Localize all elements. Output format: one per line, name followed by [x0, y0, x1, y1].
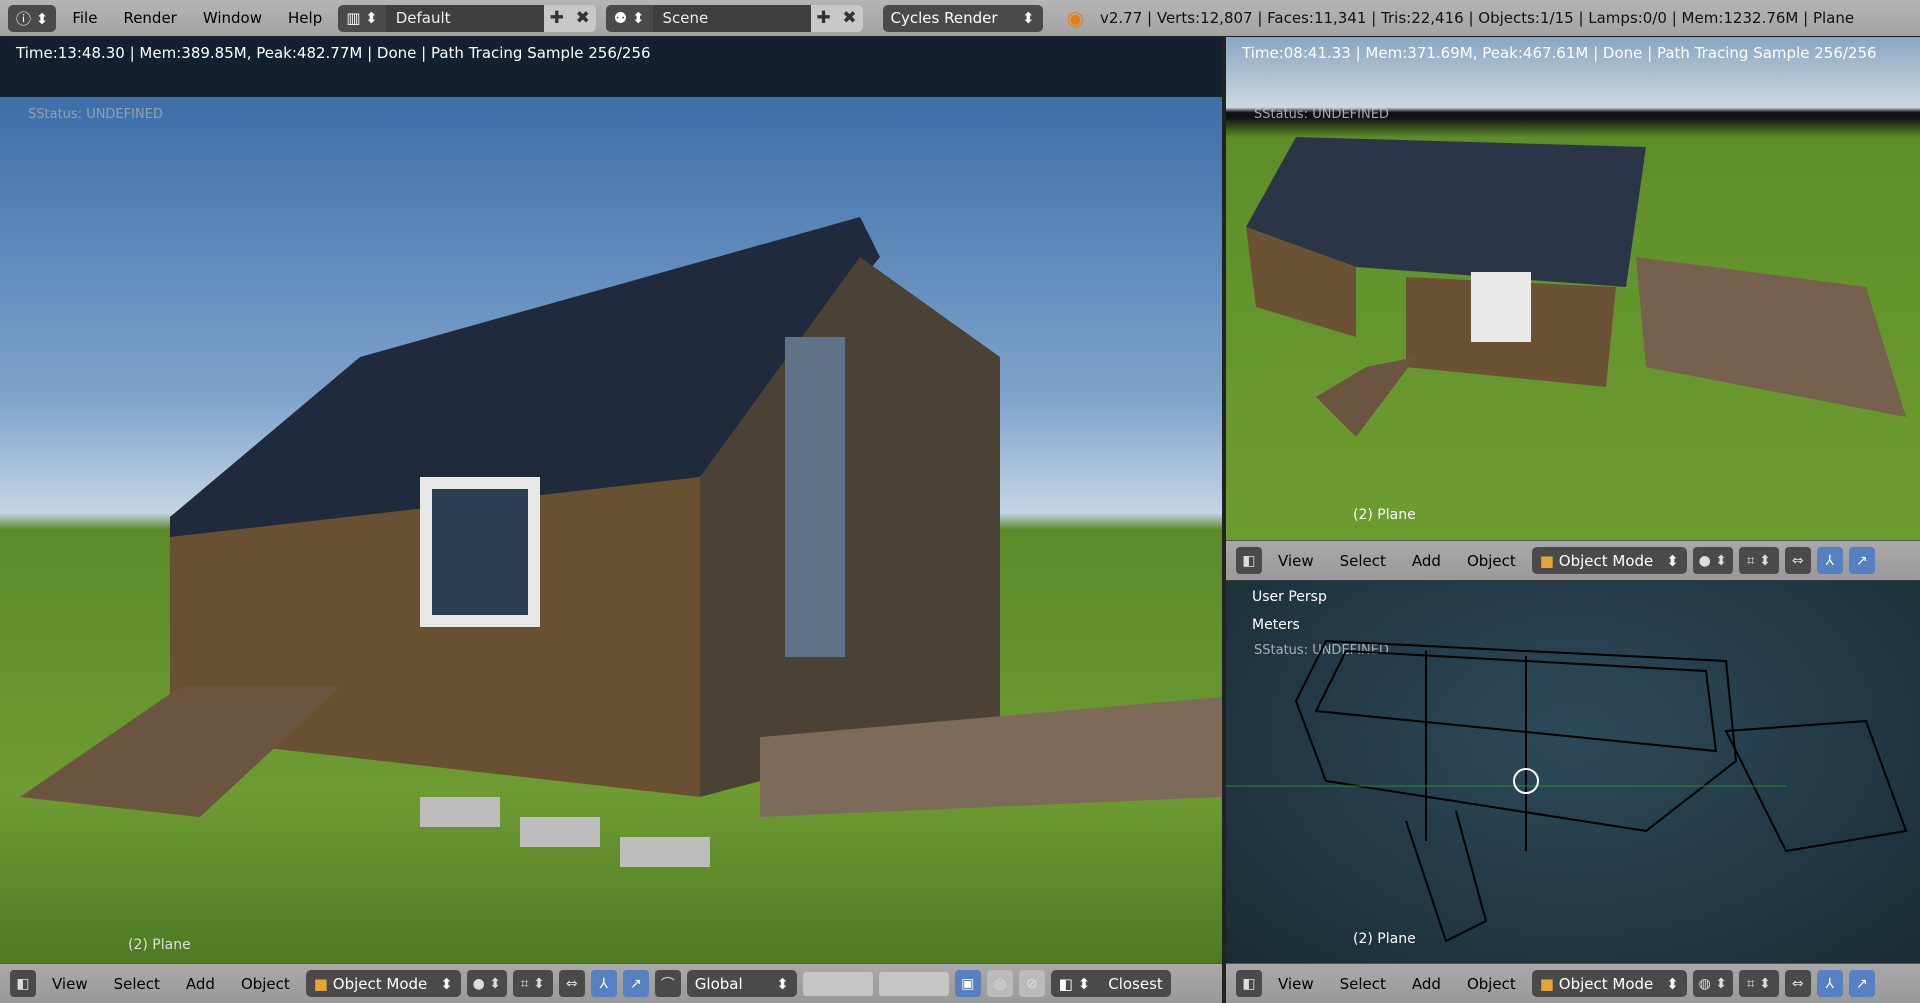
mode-dropdown[interactable]: ■ Object Mode ⬍	[305, 970, 461, 997]
shading-dropdown[interactable]: ◍ ⬍	[1692, 970, 1733, 997]
translate-manipulator-icon[interactable]: ⅄	[590, 970, 617, 997]
info-editor-type-button[interactable]: ⓘ ⬍	[8, 4, 57, 32]
menu-view[interactable]: View	[1268, 552, 1324, 570]
pivot-dropdown[interactable]: ⌗ ⬍	[1738, 970, 1779, 997]
manipulator-toggle[interactable]: ⇔	[1784, 547, 1811, 574]
orientation-label: Global	[694, 974, 743, 993]
left-render-viewport[interactable]: Time:13:48.30 | Mem:389.85M, Peak:482.77…	[0, 37, 1222, 963]
menu-add[interactable]: Add	[1402, 552, 1451, 570]
shading-dropdown[interactable]: ● ⬍	[1692, 547, 1733, 574]
render-engine-label: Cycles Render	[890, 9, 998, 27]
menu-window[interactable]: Window	[193, 9, 272, 27]
rotate-manipulator-icon[interactable]: ↗	[1848, 547, 1875, 574]
menu-object[interactable]: Object	[231, 975, 300, 993]
render-image: SStatus: UNDEFINED (2) Plane	[0, 97, 1222, 963]
menu-help[interactable]: Help	[278, 9, 332, 27]
add-layout-icon[interactable]: ✚	[543, 4, 570, 32]
mode-label: Object Mode	[1558, 974, 1654, 993]
render-image: Time:08:41.33 | Mem:371.69M, Peak:467.61…	[1226, 37, 1920, 540]
shading-dropdown[interactable]: ● ⬍	[466, 970, 507, 997]
editor-type-3d-icon[interactable]: ◧	[10, 970, 36, 997]
mode-label: Object Mode	[1558, 551, 1654, 570]
menu-view[interactable]: View	[1268, 975, 1324, 993]
menu-render[interactable]: Render	[113, 9, 186, 27]
active-object-label: (2) Plane	[1353, 507, 1416, 523]
manipulator-toggle[interactable]: ⇔	[558, 970, 585, 997]
top-bar: ⓘ ⬍ File Render Window Help ▥ ⬍ Default …	[0, 0, 1920, 37]
menu-add[interactable]: Add	[176, 975, 225, 993]
scale-manipulator-icon[interactable]: ⌒	[654, 970, 681, 997]
proportional-edit-icon[interactable]: ◎	[986, 970, 1013, 997]
wireframe-model	[1226, 639, 1908, 943]
right-bottom-wireframe-viewport[interactable]: User Persp Meters SStatus: UNDEFINED (2)…	[1226, 581, 1920, 963]
info-icon: ⓘ ⬍	[16, 9, 49, 28]
snap-target-label: Closest	[1108, 974, 1163, 993]
status-text: SStatus: UNDEFINED	[1254, 107, 1389, 122]
snap-target-dropdown[interactable]: ◧ ⬍ Closest	[1050, 970, 1171, 997]
cube-icon: ■	[1539, 551, 1554, 570]
menu-select[interactable]: Select	[104, 975, 170, 993]
remove-scene-icon[interactable]: ✖	[836, 4, 863, 32]
snap-toggle-icon[interactable]: ⊘	[1018, 970, 1045, 997]
mode-label: Object Mode	[332, 974, 428, 993]
pivot-dropdown[interactable]: ⌗ ⬍	[1738, 547, 1779, 574]
scene-icon[interactable]: ⚉ ⬍	[605, 4, 653, 32]
layers-grid-1[interactable]	[802, 971, 873, 996]
mode-dropdown[interactable]: ■ Object Mode ⬍	[1531, 547, 1687, 574]
rotate-manipulator-icon[interactable]: ↗	[622, 970, 649, 997]
scene-stats: v2.77 | Verts:12,807 | Faces:11,341 | Tr…	[1099, 9, 1855, 27]
cube-icon: ■	[313, 974, 328, 993]
status-text: SStatus: UNDEFINED	[28, 107, 163, 122]
orientation-dropdown[interactable]: Global ⬍	[686, 970, 797, 997]
menu-file[interactable]: File	[62, 9, 107, 27]
menu-view[interactable]: View	[42, 975, 98, 993]
menu-object[interactable]: Object	[1457, 975, 1526, 993]
left-viewport-header: ◧ View Select Add Object ■ Object Mode ⬍ …	[0, 963, 1222, 1003]
manipulator-toggle[interactable]: ⇔	[1784, 970, 1811, 997]
lock-layers-icon[interactable]: ▣	[954, 970, 981, 997]
menu-select[interactable]: Select	[1330, 975, 1396, 993]
active-object-label: (2) Plane	[1353, 931, 1416, 947]
remove-layout-icon[interactable]: ✖	[569, 4, 596, 32]
blender-logo-icon: ◉	[1066, 6, 1084, 30]
right-bottom-viewport-header: ◧ View Select Add Object ■ Object Mode ⬍ …	[1226, 963, 1920, 1003]
render-engine-dropdown[interactable]: Cycles Render ⬍	[882, 4, 1043, 32]
editor-type-3d-icon[interactable]: ◧	[1236, 547, 1262, 574]
layout-selector[interactable]: ▥ ⬍ Default ✚ ✖	[338, 4, 596, 32]
scene-selector[interactable]: ⚉ ⬍ Scene ✚ ✖	[605, 4, 863, 32]
editor-type-3d-icon[interactable]: ◧	[1236, 970, 1262, 997]
render-info-bar: Time:13:48.30 | Mem:389.85M, Peak:482.77…	[0, 37, 1222, 97]
right-top-viewport-header: ◧ View Select Add Object ■ Object Mode ⬍ …	[1226, 540, 1920, 580]
rotate-manipulator-icon[interactable]: ↗	[1848, 970, 1875, 997]
menu-add[interactable]: Add	[1402, 975, 1451, 993]
mode-dropdown[interactable]: ■ Object Mode ⬍	[1531, 970, 1687, 997]
translate-manipulator-icon[interactable]: ⅄	[1816, 547, 1843, 574]
layers-grid-2[interactable]	[878, 971, 949, 996]
active-object-label: (2) Plane	[128, 937, 191, 953]
house-render	[20, 217, 1222, 867]
pivot-dropdown[interactable]: ⌗ ⬍	[512, 970, 553, 997]
menu-object[interactable]: Object	[1457, 552, 1526, 570]
translate-manipulator-icon[interactable]: ⅄	[1816, 970, 1843, 997]
cube-icon: ■	[1539, 974, 1554, 993]
menu-select[interactable]: Select	[1330, 552, 1396, 570]
layout-icon[interactable]: ▥ ⬍	[338, 4, 386, 32]
layout-name-field[interactable]: Default	[385, 4, 544, 32]
scene-name-field[interactable]: Scene	[652, 4, 811, 32]
right-top-render-viewport[interactable]: Time:08:41.33 | Mem:371.69M, Peak:467.61…	[1226, 37, 1920, 540]
render-info-bar: Time:08:41.33 | Mem:371.69M, Peak:467.61…	[1242, 44, 1877, 62]
add-scene-icon[interactable]: ✚	[810, 4, 837, 32]
